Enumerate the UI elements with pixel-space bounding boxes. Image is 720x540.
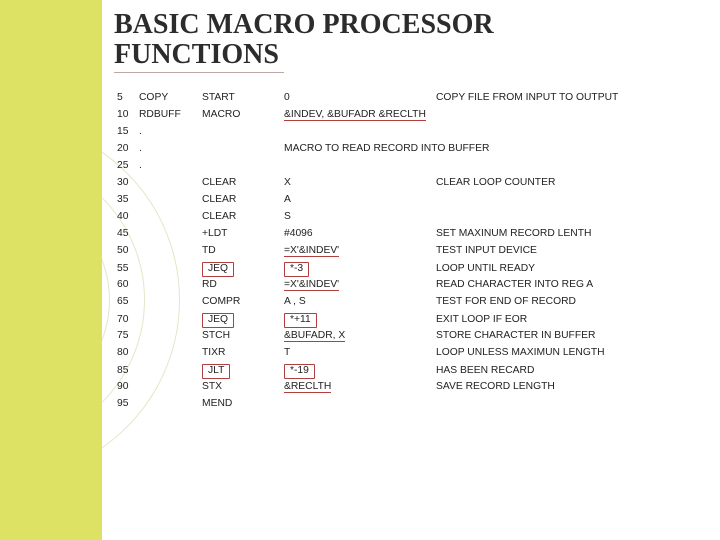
- opcode-col: JLT: [202, 364, 284, 379]
- line-number: 95: [117, 398, 139, 409]
- comment-col: EXIT LOOP IF EOR: [436, 314, 618, 325]
- label-col: .: [139, 126, 202, 137]
- line-number: 5: [117, 92, 139, 103]
- code-row: 20. MACRO TO READ RECORD INTO BUFFER: [117, 143, 618, 160]
- code-row: 80 TIXRTLOOP UNLESS MAXIMUN LENGTH: [117, 347, 618, 364]
- line-number: 90: [117, 381, 139, 392]
- opcode-col: CLEAR: [202, 177, 284, 188]
- label-col: RDBUFF: [139, 109, 202, 120]
- operand-col: 0: [284, 92, 436, 103]
- code-row: 40 CLEARS: [117, 211, 618, 228]
- operand-col: *-19: [284, 364, 436, 379]
- operand-col: S: [284, 211, 436, 222]
- comment-col: TEST FOR END OF RECORD: [436, 296, 618, 307]
- comment-col: LOOP UNTIL READY: [436, 263, 618, 274]
- opcode-col: +LDT: [202, 228, 284, 239]
- comment-col: LOOP UNLESS MAXIMUN LENGTH: [436, 347, 618, 358]
- code-row: 35 CLEARA: [117, 194, 618, 211]
- line-number: 85: [117, 365, 139, 376]
- code-row: 75 STCH&BUFADR, XSTORE CHARACTER IN BUFFE…: [117, 330, 618, 347]
- code-row: 10RDBUFFMACRO&INDEV, &BUFADR &RECLTH: [117, 109, 618, 126]
- operand-col: A , S: [284, 296, 436, 307]
- operand-col: MACRO TO READ RECORD INTO BUFFER: [284, 143, 436, 154]
- comment-col: SET MAXINUM RECORD LENTH: [436, 228, 618, 239]
- line-number: 50: [117, 245, 139, 256]
- line-number: 30: [117, 177, 139, 188]
- opcode-col: CLEAR: [202, 211, 284, 222]
- code-row: 45 +LDT#4096SET MAXINUM RECORD LENTH: [117, 228, 618, 245]
- operand-col: &RECLTH: [284, 381, 436, 393]
- line-number: 25: [117, 160, 139, 171]
- comment-col: CLEAR LOOP COUNTER: [436, 177, 618, 188]
- label-col: .: [139, 143, 202, 154]
- code-row: 15.: [117, 126, 618, 143]
- line-number: 65: [117, 296, 139, 307]
- line-number: 70: [117, 314, 139, 325]
- line-number: 60: [117, 279, 139, 290]
- opcode-col: JEQ: [202, 262, 284, 277]
- operand-col: *-3: [284, 262, 436, 277]
- comment-col: SAVE RECORD LENGTH: [436, 381, 618, 392]
- label-col: .: [139, 160, 202, 171]
- operand-col: T: [284, 347, 436, 358]
- code-row: 25.: [117, 160, 618, 177]
- line-number: 20: [117, 143, 139, 154]
- code-row: 30 CLEARXCLEAR LOOP COUNTER: [117, 177, 618, 194]
- line-number: 45: [117, 228, 139, 239]
- opcode-col: COMPR: [202, 296, 284, 307]
- comment-col: TEST INPUT DEVICE: [436, 245, 618, 256]
- code-row: 50 TD=X'&INDEV'TEST INPUT DEVICE: [117, 245, 618, 262]
- opcode-col: CLEAR: [202, 194, 284, 205]
- comment-col: STORE CHARACTER IN BUFFER: [436, 330, 618, 341]
- line-number: 40: [117, 211, 139, 222]
- line-number: 10: [117, 109, 139, 120]
- operand-col: =X'&INDEV': [284, 279, 436, 291]
- code-row: 95 MEND: [117, 398, 618, 415]
- opcode-col: MEND: [202, 398, 284, 409]
- title-underline: [114, 72, 284, 73]
- title-line-2: FUNCTIONS: [114, 39, 279, 70]
- code-row: 65 COMPRA , STEST FOR END OF RECORD: [117, 296, 618, 313]
- opcode-col: TIXR: [202, 347, 284, 358]
- opcode-col: STX: [202, 381, 284, 392]
- operand-col: A: [284, 194, 436, 205]
- sidebar-accent: [0, 0, 102, 540]
- opcode-col: START: [202, 92, 284, 103]
- code-row: 85 JLT*-19HAS BEEN RECARD: [117, 364, 618, 381]
- opcode-col: TD: [202, 245, 284, 256]
- code-row: 90 STX&RECLTHSAVE RECORD LENGTH: [117, 381, 618, 398]
- code-row: 70 JEQ*+11EXIT LOOP IF EOR: [117, 313, 618, 330]
- operand-col: &INDEV, &BUFADR &RECLTH: [284, 109, 436, 121]
- label-col: COPY: [139, 92, 202, 103]
- code-row: 55 JEQ*-3LOOP UNTIL READY: [117, 262, 618, 279]
- operand-col: =X'&INDEV': [284, 245, 436, 257]
- opcode-col: RD: [202, 279, 284, 290]
- line-number: 35: [117, 194, 139, 205]
- opcode-col: STCH: [202, 330, 284, 341]
- code-row: 60 RD=X'&INDEV'READ CHARACTER INTO REG A: [117, 279, 618, 296]
- comment-col: HAS BEEN RECARD: [436, 365, 618, 376]
- code-row: 5COPYSTART0COPY FILE FROM INPUT TO OUTPU…: [117, 92, 618, 109]
- opcode-col: JEQ: [202, 313, 284, 328]
- operand-col: #4096: [284, 228, 436, 239]
- line-number: 55: [117, 263, 139, 274]
- comment-col: COPY FILE FROM INPUT TO OUTPUT: [436, 92, 618, 103]
- title-line-1: BASIC MACRO PROCESSOR: [114, 9, 494, 40]
- line-number: 80: [117, 347, 139, 358]
- operand-col: *+11: [284, 313, 436, 328]
- line-number: 15: [117, 126, 139, 137]
- operand-col: X: [284, 177, 436, 188]
- code-listing: 5COPYSTART0COPY FILE FROM INPUT TO OUTPU…: [117, 92, 618, 415]
- operand-col: &BUFADR, X: [284, 330, 436, 342]
- opcode-col: MACRO: [202, 109, 284, 120]
- slide-title: BASIC MACRO PROCESSOR FUNCTIONS: [102, 0, 720, 70]
- comment-col: READ CHARACTER INTO REG A: [436, 279, 618, 290]
- line-number: 75: [117, 330, 139, 341]
